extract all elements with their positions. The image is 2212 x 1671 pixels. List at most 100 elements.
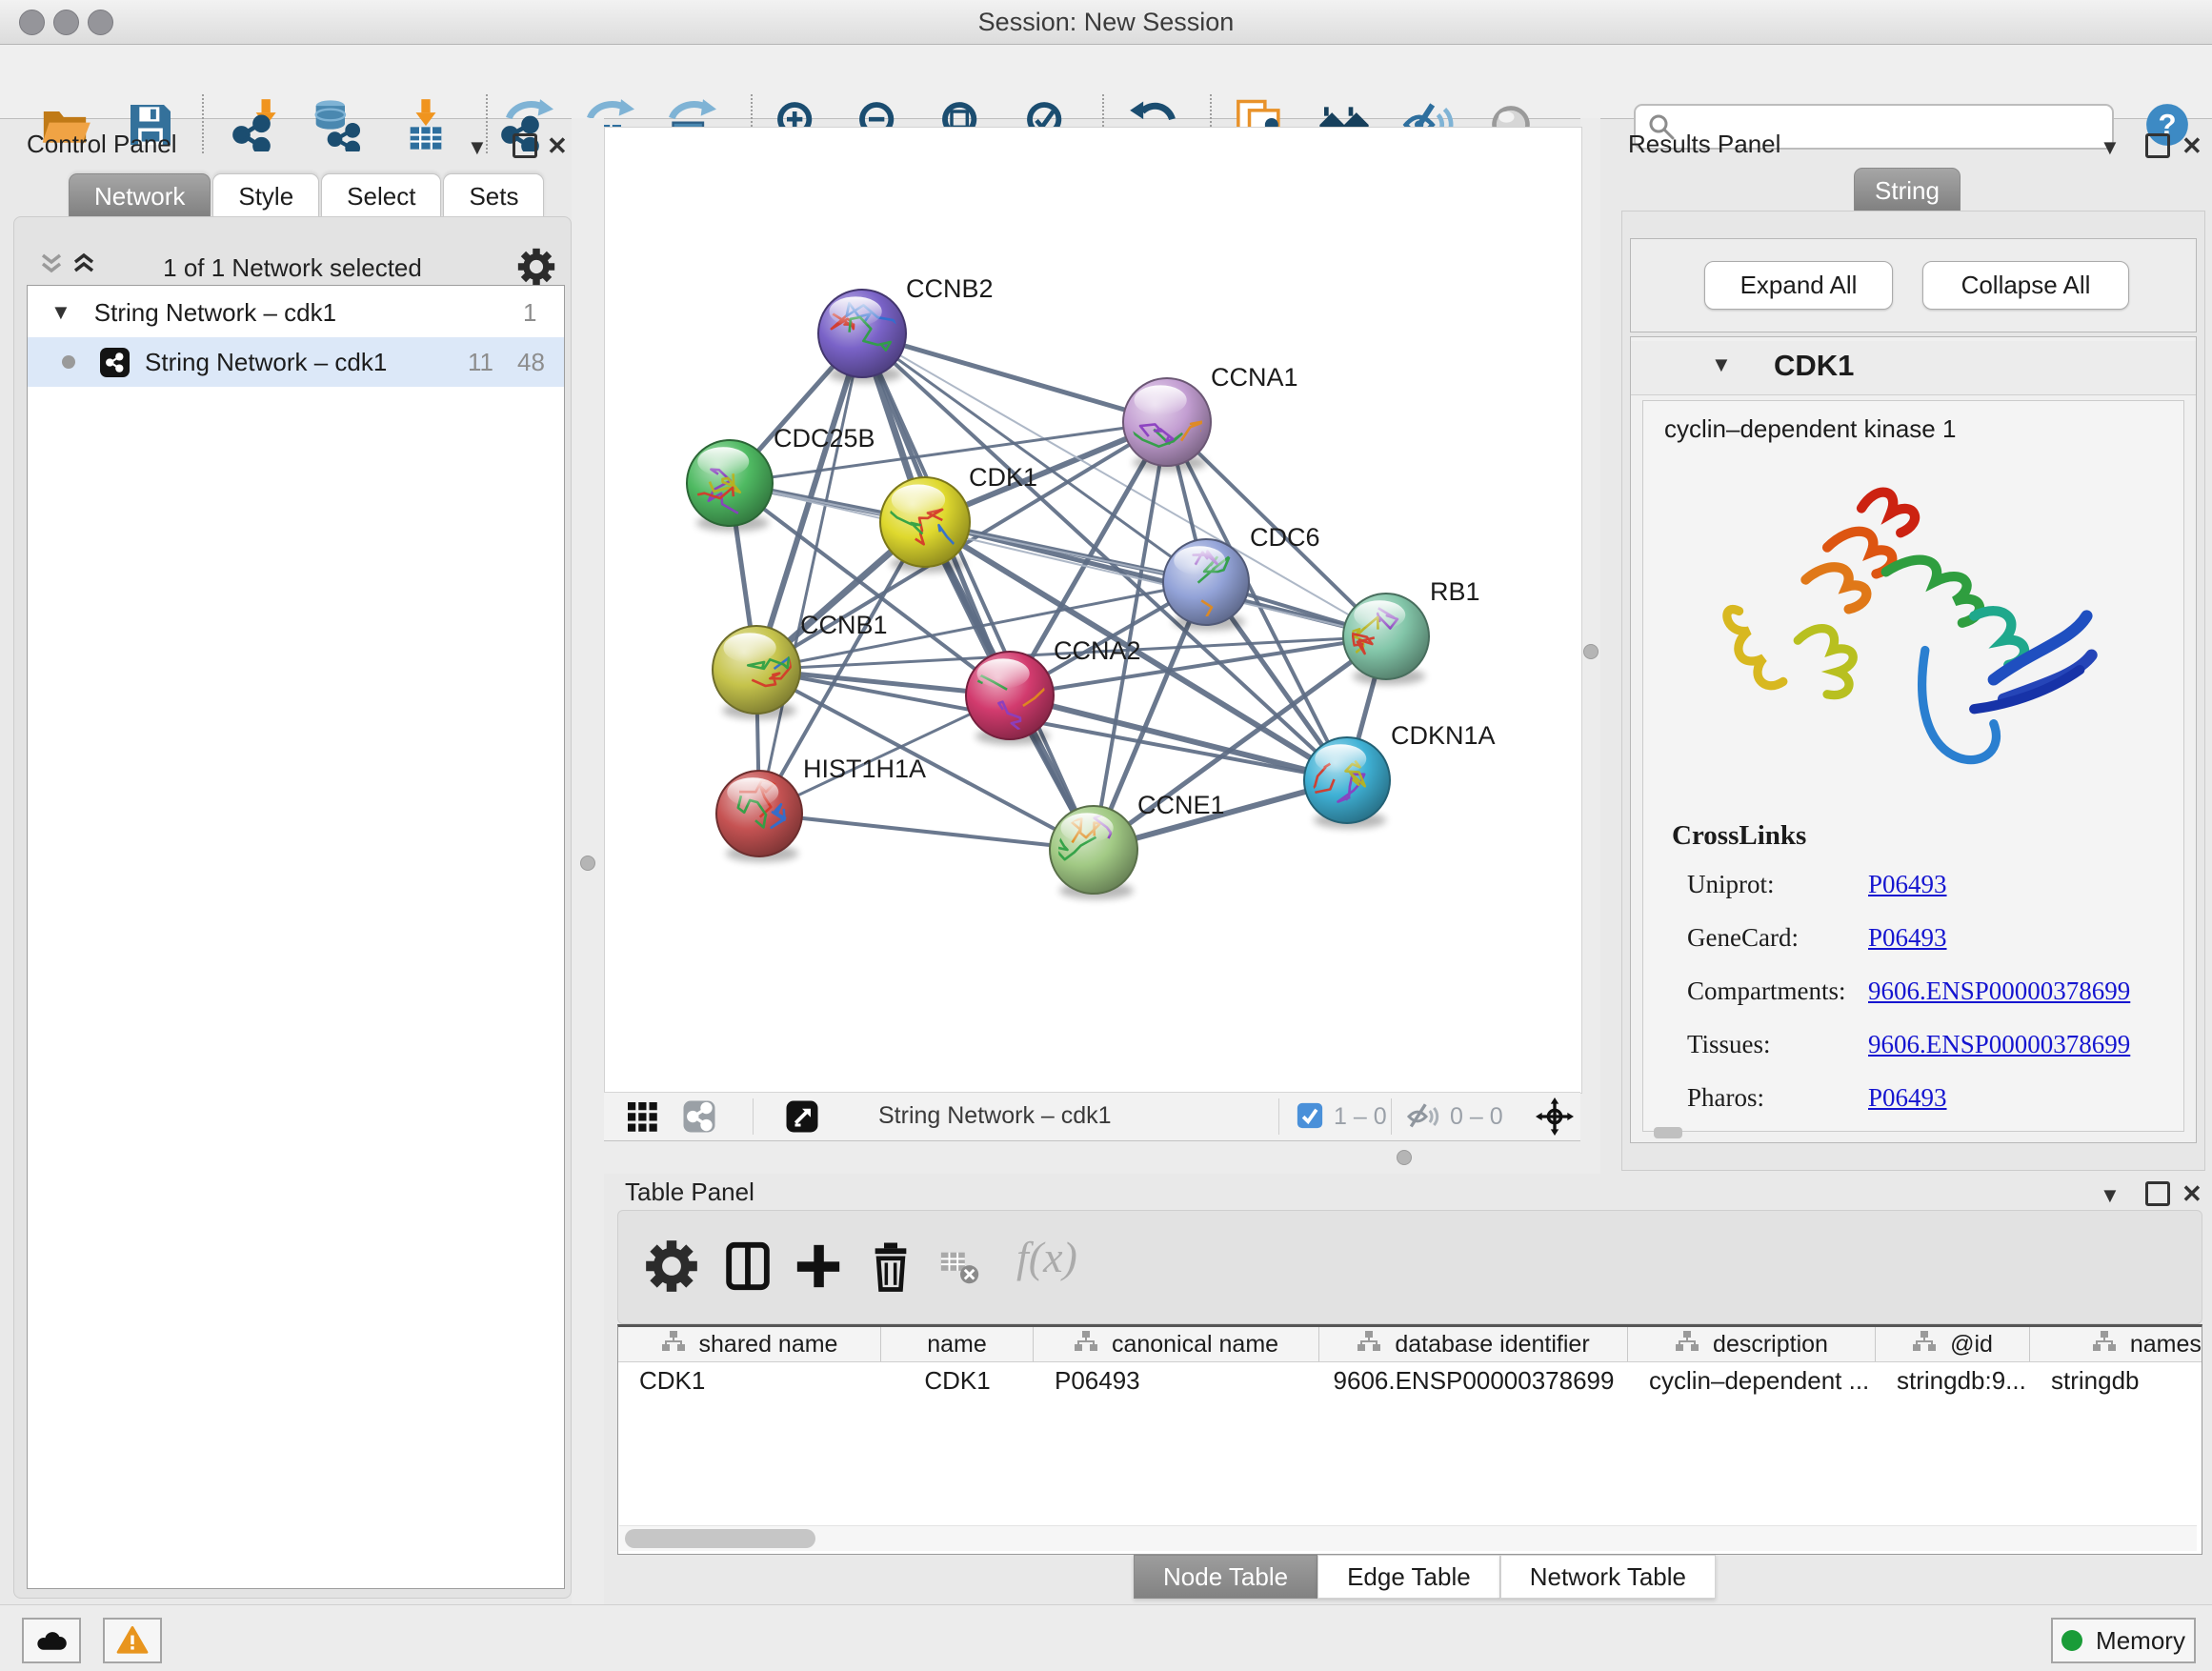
import-table-file-icon[interactable] [399, 98, 452, 151]
crosslink-label: GeneCard: [1687, 923, 1799, 953]
column-header-shared-name[interactable]: shared name [618, 1327, 881, 1361]
function-builder-icon[interactable]: f(x) [1016, 1232, 1077, 1282]
expand-all-button[interactable]: Expand All [1704, 261, 1893, 310]
table-header-row: shared name name canonical namedatabase id… [618, 1327, 2202, 1362]
node-label-CCNB2: CCNB2 [906, 274, 994, 303]
crosslink-row-tissues-: Tissues:9606.ENSP00000378699 [1687, 1030, 2163, 1068]
node-CDC6[interactable] [1163, 539, 1249, 629]
tab-sets[interactable]: Sets [443, 173, 544, 218]
birds-eye-view-icon[interactable] [625, 1099, 659, 1134]
hidden-eye-slash-icon[interactable] [1406, 1099, 1440, 1134]
table-cell[interactable]: stringdb [2030, 1362, 2202, 1399]
create-column-icon[interactable] [792, 1239, 845, 1293]
network-list: ▼ String Network – cdk1 1 String Network… [27, 285, 565, 1589]
delete-table-icon[interactable] [938, 1245, 982, 1289]
table-cell[interactable]: CDK1 [881, 1362, 1034, 1399]
crosslink-link[interactable]: P06493 [1868, 870, 1947, 899]
tab-string[interactable]: String [1854, 168, 1961, 213]
gene-description: cyclin–dependent kinase 1 [1664, 414, 1956, 444]
edge-HIST1H1A-CCNE1[interactable] [759, 814, 1094, 850]
crosslink-link[interactable]: P06493 [1868, 923, 1947, 953]
scrollbar-thumb[interactable] [625, 1529, 815, 1548]
crosslink-label: Uniprot: [1687, 870, 1775, 899]
table-cell[interactable]: 9606.ENSP00000378699 [1319, 1362, 1628, 1399]
table-horizontal-scrollbar[interactable] [619, 1525, 2197, 1551]
tab-network[interactable]: Network [69, 173, 211, 218]
control-panel-float-icon[interactable] [513, 133, 537, 165]
node-CCNE1[interactable] [1050, 806, 1137, 894]
column-label: shared name [699, 1331, 838, 1359]
tab-select[interactable]: Select [321, 173, 441, 218]
node-CCNB2[interactable] [818, 290, 906, 377]
gene-symbol: CDK1 [1774, 349, 1854, 383]
node-CDKN1A[interactable] [1304, 737, 1390, 823]
network-row-selected[interactable]: String Network – cdk1 11 48 [28, 337, 564, 387]
node-label-CCNA2: CCNA2 [1054, 636, 1141, 665]
results-panel-menu-icon[interactable]: ▼ [2100, 135, 2121, 160]
table-cell[interactable]: CDK1 [618, 1362, 881, 1399]
tab-network-table[interactable]: Network Table [1500, 1555, 1716, 1599]
crosslink-link[interactable]: P06493 [1868, 1083, 1947, 1113]
network-view-title: String Network – cdk1 [878, 1102, 1112, 1130]
column-header-database-identifier[interactable]: database identifier [1319, 1327, 1628, 1361]
results-scroll-thumb[interactable] [1654, 1127, 1682, 1138]
node-CDC25B[interactable] [670, 440, 773, 526]
memory-button[interactable]: Memory [2051, 1618, 2196, 1663]
crosslink-link[interactable]: 9606.ENSP00000378699 [1868, 976, 2130, 1006]
node-RB1[interactable] [1343, 594, 1429, 679]
collapse-all-button[interactable]: Collapse All [1922, 261, 2129, 310]
node-table[interactable]: shared name name canonical namedatabase id… [617, 1324, 2202, 1555]
table-panel-close-icon[interactable]: ✕ [2182, 1179, 2202, 1209]
collection-expander-icon[interactable]: ▼ [50, 300, 71, 325]
show-columns-icon[interactable] [721, 1239, 774, 1293]
network-collection-row[interactable]: ▼ String Network – cdk1 1 [28, 288, 564, 337]
tab-style[interactable]: Style [212, 173, 319, 218]
toolbar-separator [202, 94, 204, 153]
node-label-HIST1H1A: HIST1H1A [803, 755, 926, 783]
column-label: name [927, 1331, 987, 1359]
table-row[interactable]: CDK1CDK1P064939606.ENSP00000378699cyclin… [618, 1362, 2202, 1399]
table-options-gear-icon[interactable] [645, 1239, 698, 1293]
memory-status-dot [2061, 1630, 2082, 1651]
import-network-file-icon[interactable] [231, 98, 285, 151]
table-panel-float-icon[interactable] [2145, 1181, 2170, 1213]
warning-status-button[interactable] [103, 1618, 162, 1663]
pan-crosshair-icon[interactable] [1536, 1097, 1574, 1136]
node-label-RB1: RB1 [1430, 577, 1480, 606]
network-canvas[interactable]: CCNB2CCNA1CDC25BCDK1CDC6RB1CCNB1CCNA2CDK… [604, 127, 1582, 1094]
tab-edge-table[interactable]: Edge Table [1317, 1555, 1500, 1599]
tab-node-table[interactable]: Node Table [1134, 1555, 1317, 1599]
table-cell[interactable]: cyclin–dependent ... [1628, 1362, 1876, 1399]
node-CCNA1[interactable] [1112, 378, 1219, 466]
import-network-database-icon[interactable] [312, 98, 365, 151]
column-header--id[interactable]: @id [1876, 1327, 2030, 1361]
right-splitter[interactable] [1580, 118, 1600, 1174]
node-HIST1H1A[interactable] [716, 771, 802, 856]
cloud-status-button[interactable] [22, 1618, 81, 1663]
results-panel-close-icon[interactable]: ✕ [2182, 131, 2202, 161]
selected-checkbox-icon[interactable] [1296, 1101, 1324, 1130]
table-toolbar: f(x) [617, 1210, 2202, 1324]
crosslink-link[interactable]: 9606.ENSP00000378699 [1868, 1030, 2130, 1059]
control-panel-close-icon[interactable]: ✕ [547, 131, 568, 161]
control-panel-menu-icon[interactable]: ▼ [467, 135, 488, 160]
collection-label: String Network – cdk1 [94, 298, 336, 328]
column-header-description[interactable]: description [1628, 1327, 1876, 1361]
network-panel-box: 1 of 1 Network selected ▼ String Network… [13, 216, 572, 1599]
table-panel-title: Table Panel [625, 1178, 754, 1207]
table-cell[interactable]: P06493 [1034, 1362, 1319, 1399]
column-header-name[interactable]: name [881, 1327, 1034, 1361]
left-splitter[interactable] [572, 118, 604, 1604]
horizontal-splitter[interactable] [604, 1140, 1580, 1174]
table-panel-menu-icon[interactable]: ▼ [2100, 1183, 2121, 1208]
table-cell[interactable]: stringdb:9... [1876, 1362, 2030, 1399]
delete-column-icon[interactable] [864, 1239, 917, 1293]
control-panel-tabs: NetworkStyleSelectSets [69, 173, 546, 217]
gene-section-header[interactable]: ▼ CDK1 [1631, 341, 2196, 395]
column-header-canonical-name[interactable]: canonical name [1034, 1327, 1319, 1361]
network-share-icon[interactable] [682, 1099, 716, 1134]
gene-expander-icon[interactable]: ▼ [1711, 352, 1732, 377]
open-in-new-window-icon[interactable] [785, 1099, 819, 1134]
column-header-namespace[interactable]: namespace [2030, 1327, 2202, 1361]
results-panel-float-icon[interactable] [2145, 133, 2170, 165]
